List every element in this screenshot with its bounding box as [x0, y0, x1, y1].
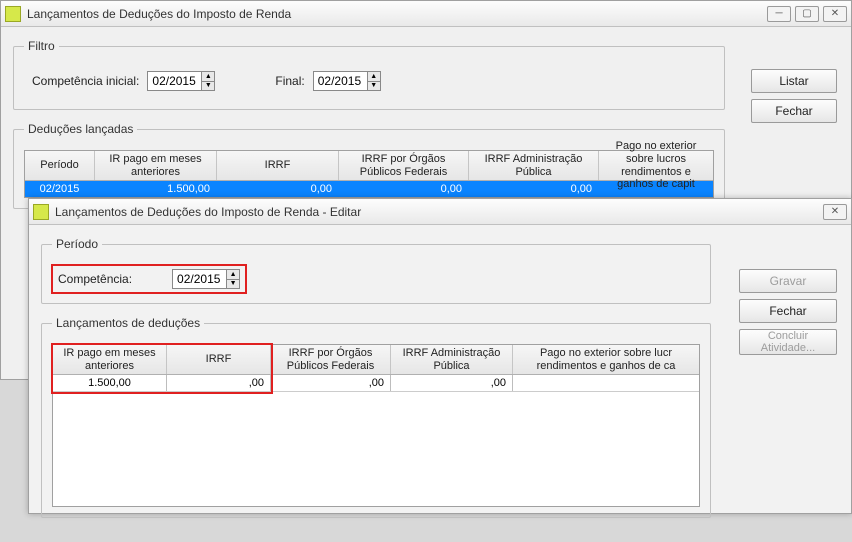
col-irrf[interactable]: IRRF — [167, 345, 271, 374]
col-irrf[interactable]: IRRF — [217, 151, 339, 180]
comp-inicial-input[interactable] — [147, 71, 201, 91]
cell-irpago: 1.500,00 — [95, 181, 217, 197]
main-titlebar: Lançamentos de Deduções do Imposto de Re… — [1, 1, 851, 27]
edit-window: Lançamentos de Deduções do Imposto de Re… — [28, 198, 852, 514]
cell-irrf-admin[interactable]: ,00 — [391, 375, 513, 391]
comp-inicial-field[interactable]: ▲▼ — [147, 71, 215, 91]
edit-titlebar: Lançamentos de Deduções do Imposto de Re… — [29, 199, 851, 225]
comp-final-field[interactable]: ▲▼ — [313, 71, 381, 91]
cell-irpago[interactable]: 1.500,00 — [53, 375, 167, 391]
periodo-fieldset: Período Competência: ▲▼ — [41, 237, 711, 304]
lancamentos-fieldset: Lançamentos de deduções IR pago em meses… — [41, 316, 711, 518]
main-title: Lançamentos de Deduções do Imposto de Re… — [27, 7, 767, 21]
fechar-button[interactable]: Fechar — [751, 99, 837, 123]
cell-pago-exterior — [599, 181, 713, 197]
table-row[interactable]: 1.500,00 ,00 ,00 ,00 — [53, 375, 699, 392]
col-irpago[interactable]: IR pago em meses anteriores — [95, 151, 217, 180]
listar-button[interactable]: Listar — [751, 69, 837, 93]
cell-irrf: 0,00 — [217, 181, 339, 197]
col-pago-exterior[interactable]: Pago no exterior sobre lucr rendimentos … — [513, 345, 699, 374]
col-irrf-admin[interactable]: IRRF Administração Pública — [469, 151, 599, 180]
col-irrf-orgaos[interactable]: IRRF por Órgãos Públicos Federais — [339, 151, 469, 180]
gravar-button[interactable]: Gravar — [739, 269, 837, 293]
edit-grid[interactable]: IR pago em meses anteriores IRRF IRRF po… — [52, 344, 700, 507]
minimize-button[interactable]: ─ — [767, 6, 791, 22]
lancamentos-legend: Lançamentos de deduções — [52, 316, 204, 330]
competencia-input[interactable] — [172, 269, 226, 289]
cell-irrf-orgaos: 0,00 — [339, 181, 469, 197]
filtro-fieldset: Filtro Competência inicial: ▲▼ Final: ▲▼ — [13, 39, 725, 110]
close-button[interactable]: ✕ — [823, 204, 847, 220]
periodo-legend: Período — [52, 237, 102, 251]
deducoes-fieldset: Deduções lançadas Período IR pago em mes… — [13, 122, 725, 209]
cell-irrf-orgaos[interactable]: ,00 — [271, 375, 391, 391]
fechar-button[interactable]: Fechar — [739, 299, 837, 323]
cell-pago-exterior[interactable] — [513, 375, 699, 391]
grid-whitespace — [53, 392, 699, 506]
spin-down-icon[interactable]: ▼ — [367, 81, 381, 92]
comp-final-label: Final: — [275, 74, 304, 88]
col-irpago[interactable]: IR pago em meses anteriores — [53, 345, 167, 374]
competencia-label: Competência: — [58, 272, 132, 286]
comp-final-input[interactable] — [313, 71, 367, 91]
spin-up-icon[interactable]: ▲ — [226, 269, 240, 279]
filtro-legend: Filtro — [24, 39, 59, 53]
col-irrf-orgaos[interactable]: IRRF por Órgãos Públicos Federais — [271, 345, 391, 374]
concluir-button[interactable]: Concluir Atividade... — [739, 329, 837, 355]
app-icon — [33, 204, 49, 220]
cell-irrf-admin: 0,00 — [469, 181, 599, 197]
cell-irrf[interactable]: ,00 — [167, 375, 271, 391]
col-irrf-admin[interactable]: IRRF Administração Pública — [391, 345, 513, 374]
col-pago-exterior[interactable]: Pago no exterior sobre lucros rendimento… — [599, 151, 713, 180]
spin-down-icon[interactable]: ▼ — [226, 279, 240, 290]
spin-down-icon[interactable]: ▼ — [201, 81, 215, 92]
deducoes-legend: Deduções lançadas — [24, 122, 137, 136]
close-button[interactable]: ✕ — [823, 6, 847, 22]
spin-up-icon[interactable]: ▲ — [201, 71, 215, 81]
col-periodo[interactable]: Período — [25, 151, 95, 180]
edit-title: Lançamentos de Deduções do Imposto de Re… — [55, 205, 823, 219]
cell-periodo: 02/2015 — [25, 181, 95, 197]
comp-inicial-label: Competência inicial: — [32, 74, 139, 88]
maximize-button[interactable]: ▢ — [795, 6, 819, 22]
spin-up-icon[interactable]: ▲ — [367, 71, 381, 81]
table-row[interactable]: 02/2015 1.500,00 0,00 0,00 0,00 — [25, 181, 713, 197]
main-grid[interactable]: Período IR pago em meses anteriores IRRF… — [24, 150, 714, 198]
app-icon — [5, 6, 21, 22]
competencia-field[interactable]: ▲▼ — [172, 269, 240, 289]
